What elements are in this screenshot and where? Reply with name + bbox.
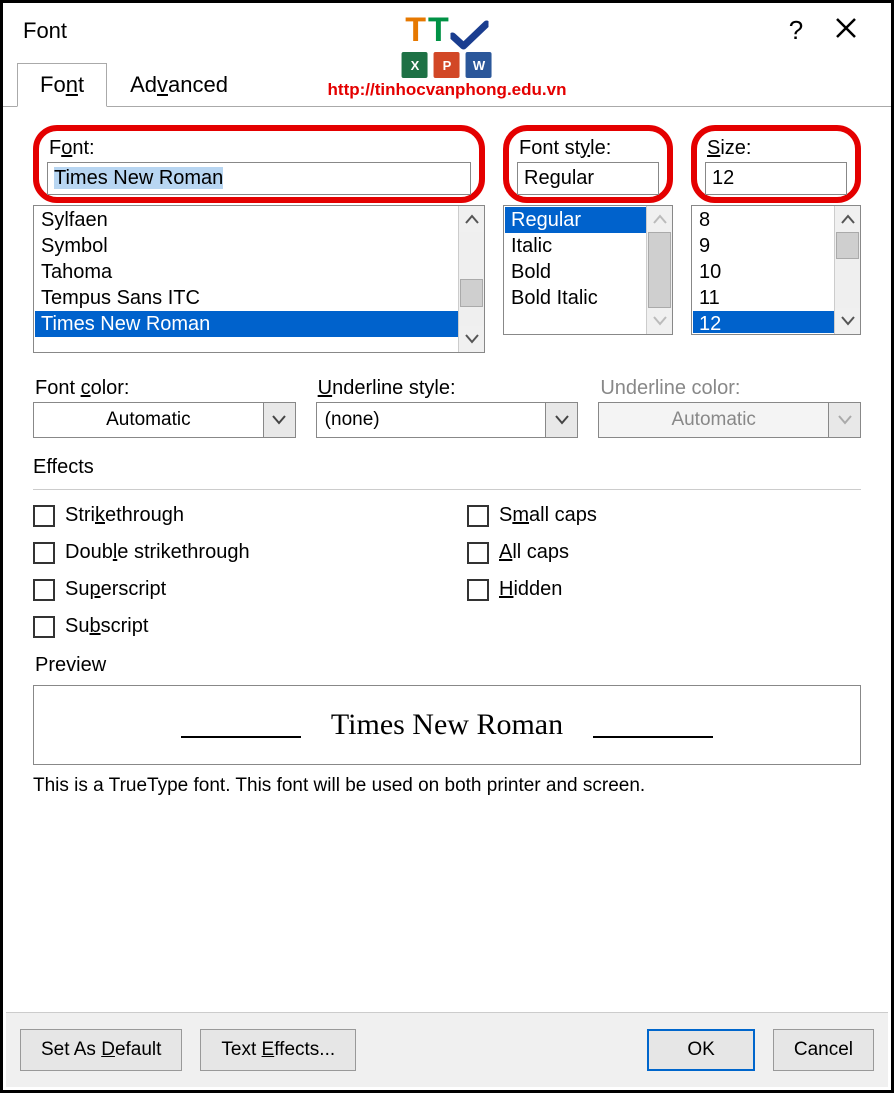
effects-group: Effects Strikethrough Double strikethrou…: [33, 456, 861, 638]
checkbox-hidden[interactable]: Hidden: [467, 578, 861, 601]
size-label: Size:: [705, 135, 847, 162]
tab-advanced[interactable]: Advanced: [107, 63, 251, 107]
list-item[interactable]: Bold Italic: [505, 285, 646, 311]
preview-box: Times New Roman: [33, 685, 861, 765]
checkbox-all-caps[interactable]: All caps: [467, 541, 861, 564]
preview-line: [181, 736, 301, 738]
cancel-button[interactable]: Cancel: [773, 1029, 874, 1071]
underlinestyle-combo[interactable]: (none): [316, 402, 579, 438]
list-item[interactable]: Tempus Sans ITC: [35, 285, 458, 311]
chevron-down-icon: [545, 403, 577, 437]
size-group: Size: 12 8 9 10 11 12: [691, 125, 861, 353]
preview-line: [593, 736, 713, 738]
ok-button[interactable]: OK: [647, 1029, 754, 1071]
close-icon: [835, 17, 857, 39]
titlebar: Font ?: [3, 3, 891, 58]
text-effects-button[interactable]: Text Effects...: [200, 1029, 356, 1071]
close-button[interactable]: [821, 15, 871, 46]
underlinestyle-label: Underline style:: [316, 375, 579, 402]
preview-legend: Preview: [33, 652, 861, 679]
help-button[interactable]: ?: [771, 15, 821, 46]
underlinecolor-label: Underline color:: [598, 375, 861, 402]
checkbox-double-strikethrough[interactable]: Double strikethrough: [33, 541, 427, 564]
list-item[interactable]: 10: [693, 259, 834, 285]
scroll-down-icon[interactable]: [647, 308, 672, 334]
fontcolor-combo[interactable]: Automatic: [33, 402, 296, 438]
scroll-down-icon[interactable]: [459, 326, 484, 352]
preview-note: This is a TrueType font. This font will …: [33, 775, 861, 797]
checkbox-strikethrough[interactable]: Strikethrough: [33, 504, 427, 527]
list-item[interactable]: 11: [693, 285, 834, 311]
underlinecolor-combo: Automatic: [598, 402, 861, 438]
scroll-up-icon[interactable]: [835, 206, 860, 232]
highlight-font: Font: Times New Roman: [33, 125, 485, 203]
fontstyle-listbox[interactable]: Regular Italic Bold Bold Italic: [503, 205, 673, 335]
font-input[interactable]: Times New Roman: [47, 162, 471, 195]
underlinecolor-group: Underline color: Automatic: [598, 375, 861, 438]
preview-group: Preview Times New Roman This is a TrueTy…: [33, 652, 861, 797]
checkbox-subscript[interactable]: Subscript: [33, 615, 427, 638]
set-as-default-button[interactable]: Set As Default: [20, 1029, 182, 1071]
scrollbar[interactable]: [834, 206, 860, 334]
dialog-title: Font: [23, 18, 771, 44]
checkbox-small-caps[interactable]: Small caps: [467, 504, 861, 527]
font-group: Font: Times New Roman Sylfaen Symbol Tah…: [33, 125, 485, 353]
list-item[interactable]: Sylfaen: [35, 207, 458, 233]
checkbox-superscript[interactable]: Superscript: [33, 578, 427, 601]
scrollbar[interactable]: [458, 206, 484, 352]
tab-bar: Font Advanced: [3, 62, 891, 107]
list-item[interactable]: Bold: [505, 259, 646, 285]
scroll-up-icon[interactable]: [459, 206, 484, 232]
fontstyle-group: Font style: Regular Regular Italic Bold …: [503, 125, 673, 353]
list-item[interactable]: 8: [693, 207, 834, 233]
scrollbar[interactable]: [646, 206, 672, 334]
size-listbox[interactable]: 8 9 10 11 12: [691, 205, 861, 335]
fontstyle-input[interactable]: Regular: [517, 162, 659, 195]
list-item[interactable]: 12: [693, 311, 834, 333]
scroll-up-icon[interactable]: [647, 206, 672, 232]
dialog-content: Font: Times New Roman Sylfaen Symbol Tah…: [3, 107, 891, 807]
list-item[interactable]: Regular: [505, 207, 646, 233]
effects-legend: Effects: [33, 456, 94, 479]
list-item[interactable]: Times New Roman: [35, 311, 458, 337]
list-item[interactable]: Symbol: [35, 233, 458, 259]
font-listbox[interactable]: Sylfaen Symbol Tahoma Tempus Sans ITC Ti…: [33, 205, 485, 353]
list-item[interactable]: Tahoma: [35, 259, 458, 285]
list-item[interactable]: Italic: [505, 233, 646, 259]
list-item[interactable]: 9: [693, 233, 834, 259]
fontcolor-group: Font color: Automatic: [33, 375, 296, 438]
chevron-down-icon: [263, 403, 295, 437]
button-bar: Set As Default Text Effects... OK Cancel: [6, 1012, 888, 1087]
underlinestyle-group: Underline style: (none): [316, 375, 579, 438]
scroll-down-icon[interactable]: [835, 308, 860, 334]
tab-font[interactable]: Font: [17, 63, 107, 107]
highlight-size: Size: 12: [691, 125, 861, 203]
preview-text: Times New Roman: [331, 708, 563, 742]
chevron-down-icon: [828, 403, 860, 437]
fontstyle-label: Font style:: [517, 135, 659, 162]
size-input[interactable]: 12: [705, 162, 847, 195]
highlight-style: Font style: Regular: [503, 125, 673, 203]
font-label: Font:: [47, 135, 471, 162]
fontcolor-label: Font color:: [33, 375, 296, 402]
